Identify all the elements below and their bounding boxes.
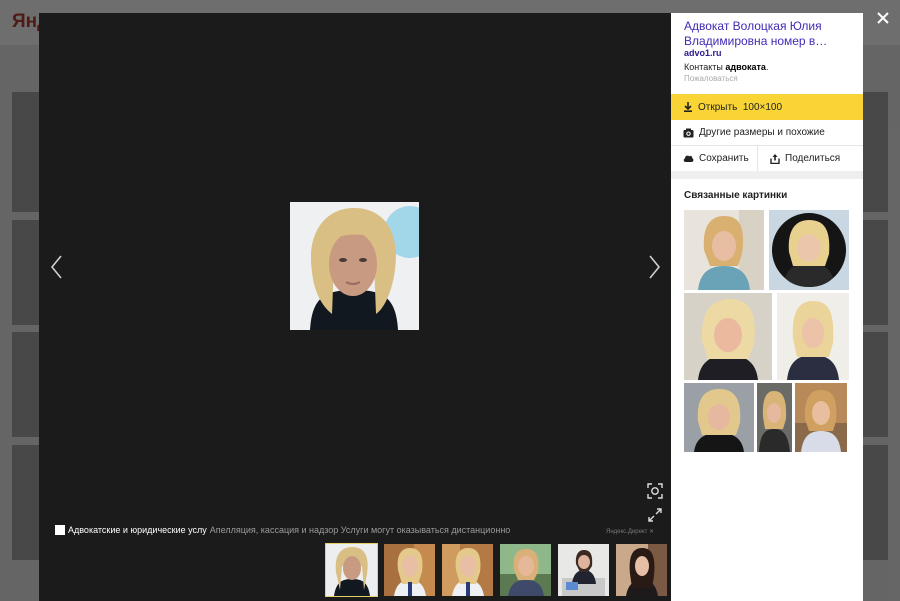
share-label: Поделиться <box>785 153 841 164</box>
ad-text[interactable]: Апелляция, кассация и надзор Услуги могу… <box>210 525 511 535</box>
source-title-link[interactable]: Адвокат Волоцкая Юлия Владимировна номер… <box>684 19 854 49</box>
source-domain-link[interactable]: advo1.ru <box>684 48 722 58</box>
similar-images-button[interactable]: Другие размеры и похожие <box>671 120 863 146</box>
main-photo <box>290 202 419 330</box>
cloud-icon <box>683 154 694 163</box>
thumbnail[interactable] <box>384 544 435 596</box>
related-image[interactable] <box>777 293 849 380</box>
ad-title[interactable]: Адвокатские и юридические услу <box>68 525 207 535</box>
source-description: Контакты адвоката. <box>684 62 768 72</box>
download-icon <box>683 102 693 112</box>
related-image[interactable] <box>795 383 847 452</box>
thumbnail[interactable] <box>325 543 378 597</box>
image-search-icon[interactable] <box>646 482 664 500</box>
thumbnail[interactable] <box>500 544 551 596</box>
ad-favicon <box>55 525 65 535</box>
related-image[interactable] <box>684 383 754 452</box>
related-image[interactable] <box>769 210 849 290</box>
open-size: 100×100 <box>742 101 783 113</box>
save-button[interactable]: Сохранить <box>671 146 758 171</box>
description-suffix: . <box>765 62 769 72</box>
related-image[interactable] <box>684 293 772 380</box>
related-image[interactable] <box>684 210 764 290</box>
thumbnail[interactable] <box>442 544 493 596</box>
ad-caption[interactable]: Адвокатские и юридические услу Апелляция… <box>55 525 635 535</box>
share-icon <box>770 153 780 164</box>
open-image-button[interactable]: Открыть 100×100 <box>671 94 863 120</box>
close-icon[interactable] <box>874 9 892 27</box>
thumbnail[interactable] <box>616 544 667 596</box>
image-info-panel: Адвокат Волоцкая Юлия Владимировна номер… <box>671 13 863 601</box>
related-images-heading: Связанные картинки <box>684 190 788 201</box>
description-bold: адвоката <box>725 62 766 72</box>
complain-link[interactable]: Пожаловаться <box>684 74 738 83</box>
description-text: Контакты <box>684 62 726 72</box>
related-image[interactable] <box>757 383 792 452</box>
thumbnail[interactable] <box>558 544 609 596</box>
fullscreen-icon[interactable] <box>646 506 664 524</box>
chevron-left-icon[interactable] <box>45 253 69 281</box>
panel-separator <box>671 171 863 179</box>
camera-icon <box>683 128 694 138</box>
image-viewer: Адвокатские и юридические услу Апелляция… <box>39 13 671 601</box>
save-label: Сохранить <box>699 153 749 164</box>
similar-label: Другие размеры и похожие <box>699 127 825 138</box>
chevron-right-icon[interactable] <box>642 253 666 281</box>
share-button[interactable]: Поделиться <box>758 146 863 171</box>
open-label: Открыть <box>698 101 738 113</box>
ad-mark[interactable]: Яндекс.Директ ✕ <box>606 528 654 535</box>
